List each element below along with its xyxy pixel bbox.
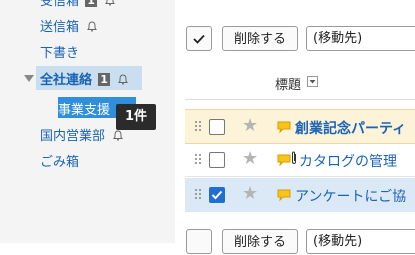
folder-drafts[interactable]: 下書き — [40, 42, 79, 61]
row-title-link[interactable]: 創業記念パーティ — [295, 118, 406, 138]
folder-trash[interactable]: ごみ箱 — [40, 151, 79, 170]
sort-dropdown-icon[interactable] — [307, 76, 318, 87]
check-icon — [211, 190, 223, 200]
drag-handle-icon[interactable] — [194, 153, 202, 166]
table-row[interactable]: ★ 創業記念パーティ — [185, 109, 415, 144]
delete-button-bottom[interactable]: 削除する — [222, 229, 298, 254]
move-destination-select[interactable]: (移動先) — [306, 26, 415, 51]
drag-count-tooltip: 1件 — [116, 104, 156, 130]
bell-icon — [113, 130, 123, 145]
check-icon — [193, 34, 205, 44]
star-icon[interactable]: ★ — [242, 183, 258, 204]
divider — [185, 99, 415, 100]
row-title-link[interactable]: アンケートにご協 — [295, 186, 406, 206]
row-checkbox-checked[interactable] — [209, 187, 225, 203]
table-header: 標題 — [185, 62, 415, 100]
folder-domestic-sales[interactable]: 国内営業部 — [40, 125, 123, 145]
table-row[interactable]: ★ カタログの管理 — [185, 143, 415, 177]
message-bubble-icon — [277, 186, 291, 202]
folder-sent[interactable]: 送信箱 — [40, 16, 97, 36]
column-header-title[interactable]: 標題 — [275, 74, 301, 93]
message-bubble-icon — [277, 118, 291, 134]
star-icon[interactable]: ★ — [242, 148, 258, 169]
move-destination-select-bottom[interactable]: (移動先) — [306, 229, 415, 254]
message-bubble-icon — [277, 151, 291, 167]
bell-icon — [87, 21, 97, 36]
table-row-selected[interactable]: ★ アンケートにご協 — [185, 178, 415, 212]
row-checkbox[interactable] — [209, 119, 225, 135]
folder-company-notice[interactable]: 全社連絡 1 — [40, 69, 128, 89]
delete-button[interactable]: 削除する — [222, 26, 298, 51]
expand-triangle-icon[interactable] — [24, 75, 34, 82]
bell-icon — [105, 0, 115, 10]
row-title-link[interactable]: カタログの管理 — [299, 151, 397, 171]
row-checkbox[interactable] — [209, 152, 225, 168]
drag-handle-icon[interactable] — [194, 120, 202, 133]
paperclip-icon — [291, 150, 297, 170]
unread-badge: 1 — [85, 0, 98, 7]
folder-inbox[interactable]: 受信箱 1 — [40, 0, 115, 10]
select-all-check-button[interactable] — [186, 26, 212, 51]
bell-icon — [118, 74, 128, 89]
drag-handle-icon[interactable] — [194, 188, 202, 201]
star-icon[interactable]: ★ — [242, 115, 258, 136]
select-all-check-button-bottom[interactable] — [186, 229, 212, 254]
unread-badge: 1 — [98, 73, 111, 86]
